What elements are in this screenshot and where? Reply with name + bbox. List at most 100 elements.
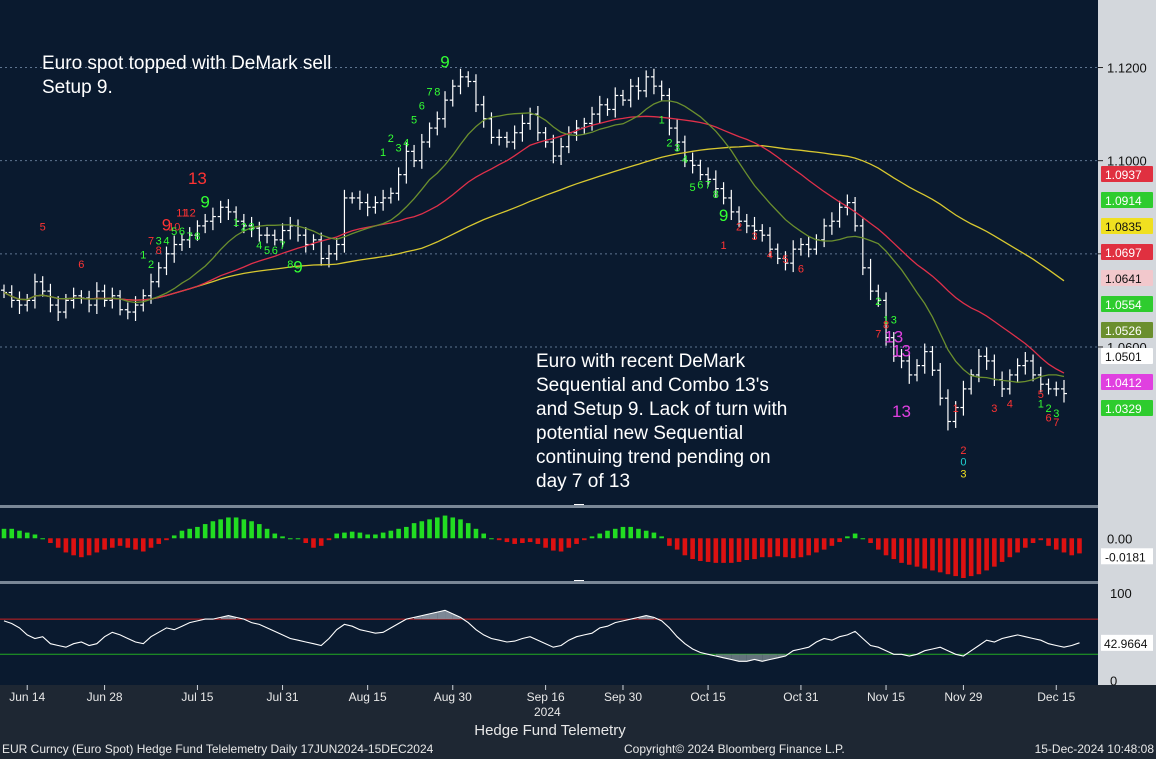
histogram-bar	[620, 526, 626, 539]
td-count-label: 1	[1038, 399, 1044, 411]
oscillator-oversold-fill	[739, 654, 747, 662]
td-count-label: 2	[241, 222, 247, 234]
td-count-label: 5	[264, 245, 270, 257]
histogram-bar	[287, 538, 293, 540]
histogram-bar	[481, 533, 487, 539]
td-count-label: 2	[736, 222, 742, 234]
td-count-label: 3	[1053, 408, 1059, 420]
td-count-label: 6	[78, 259, 84, 271]
histogram-bar	[1015, 538, 1020, 553]
histogram-bar	[349, 531, 355, 539]
histogram-bar	[195, 526, 200, 539]
td-count-label: 1	[953, 403, 959, 415]
histogram-bar	[721, 538, 726, 563]
oscillator-tick-label: 100	[1110, 586, 1132, 601]
histogram-bar	[636, 528, 641, 539]
histogram-bar	[612, 528, 618, 539]
td-count-label: 8	[434, 86, 440, 98]
td-count-label: 12	[184, 208, 196, 220]
histogram-bar	[148, 538, 154, 548]
histogram-bar	[55, 538, 61, 548]
histogram-bar	[961, 538, 966, 578]
td-count-label: 8	[194, 231, 200, 243]
td-count-label: 0	[960, 457, 966, 469]
histogram-bar	[852, 533, 858, 539]
td-count-label: 13	[892, 341, 911, 360]
panel-divider	[0, 505, 1098, 508]
histogram-bar	[698, 538, 703, 561]
histogram-bar	[303, 538, 309, 543]
histogram-bar	[63, 538, 69, 553]
histogram-bar	[164, 538, 169, 541]
x-tick-label: Oct 15	[690, 690, 726, 704]
td-count-label: 1	[720, 240, 726, 252]
histogram-bar	[9, 528, 15, 539]
histogram-bar	[527, 538, 533, 543]
x-tick-label: Nov 15	[867, 690, 905, 704]
histogram-bar	[566, 538, 572, 548]
td-count-label: 5	[171, 226, 177, 238]
histogram-bar	[1069, 538, 1075, 556]
histogram-bar	[744, 538, 750, 561]
price-legend-value: 1.0697	[1105, 246, 1142, 260]
histogram-bar	[326, 538, 332, 541]
histogram-bar	[342, 532, 347, 539]
histogram-bar	[434, 517, 440, 539]
histogram-bar	[404, 526, 409, 539]
histogram-bar	[1077, 538, 1082, 554]
histogram-bar	[171, 535, 177, 539]
x-tick-label: Jun 14	[9, 690, 45, 704]
histogram-bar	[24, 532, 30, 539]
histogram-bar	[133, 538, 138, 550]
td-count-label: 1	[380, 147, 386, 159]
histogram-bar	[125, 538, 131, 548]
histogram-bar	[48, 538, 53, 543]
histogram-bar	[1053, 538, 1059, 550]
histogram-bar	[318, 538, 324, 546]
histogram-bar	[357, 532, 363, 539]
histogram-bar	[179, 530, 185, 539]
histogram-bar	[365, 534, 370, 539]
td-count-label: 9	[293, 257, 302, 276]
histogram-bar	[775, 538, 781, 557]
histogram-bar	[187, 528, 192, 539]
histogram-bar	[241, 519, 247, 539]
td-count-label: 4	[682, 154, 688, 166]
histogram-bar	[860, 538, 866, 540]
histogram-bar	[373, 534, 378, 539]
histogram-bar	[628, 526, 634, 539]
td-count-label: 2	[1045, 403, 1051, 415]
histogram-bar	[806, 538, 811, 556]
histogram-bar	[581, 538, 587, 541]
td-count-label: 13	[892, 402, 911, 421]
histogram-bar	[876, 538, 881, 550]
td-count-label: 5	[40, 222, 46, 234]
histogram-bar	[1046, 538, 1051, 546]
td-count-label: 5	[690, 182, 696, 194]
histogram-bar	[953, 538, 958, 577]
histogram-bar	[651, 532, 657, 539]
histogram-bar	[535, 538, 541, 544]
histogram-bar	[202, 524, 208, 539]
td-count-label: 6	[179, 226, 185, 238]
histogram-bar	[736, 538, 742, 562]
histogram-bar	[1023, 538, 1028, 548]
td-count-label: 2	[148, 259, 154, 271]
annotation-bottom: Euro with recent DeMark Sequential and C…	[536, 351, 788, 492]
histogram-bar	[930, 538, 935, 571]
histogram-bar	[257, 524, 262, 539]
x-tick-label: Aug 30	[434, 690, 472, 704]
histogram-bar	[945, 538, 951, 575]
x-tick-label: Sep 16	[527, 690, 565, 704]
histogram-bar	[999, 538, 1005, 562]
price-tick-label: 1.1200	[1107, 61, 1147, 76]
td-count-label: 4	[163, 236, 169, 248]
histogram-bar	[705, 538, 711, 562]
x-tick-label: Aug 15	[349, 690, 387, 704]
histogram-bar	[690, 538, 695, 560]
histogram-bar	[86, 538, 92, 556]
histogram-bar	[473, 528, 479, 539]
price-legend-value: 1.0835	[1105, 220, 1142, 234]
td-count-label: 7	[875, 329, 881, 341]
histogram-bar	[218, 519, 223, 539]
